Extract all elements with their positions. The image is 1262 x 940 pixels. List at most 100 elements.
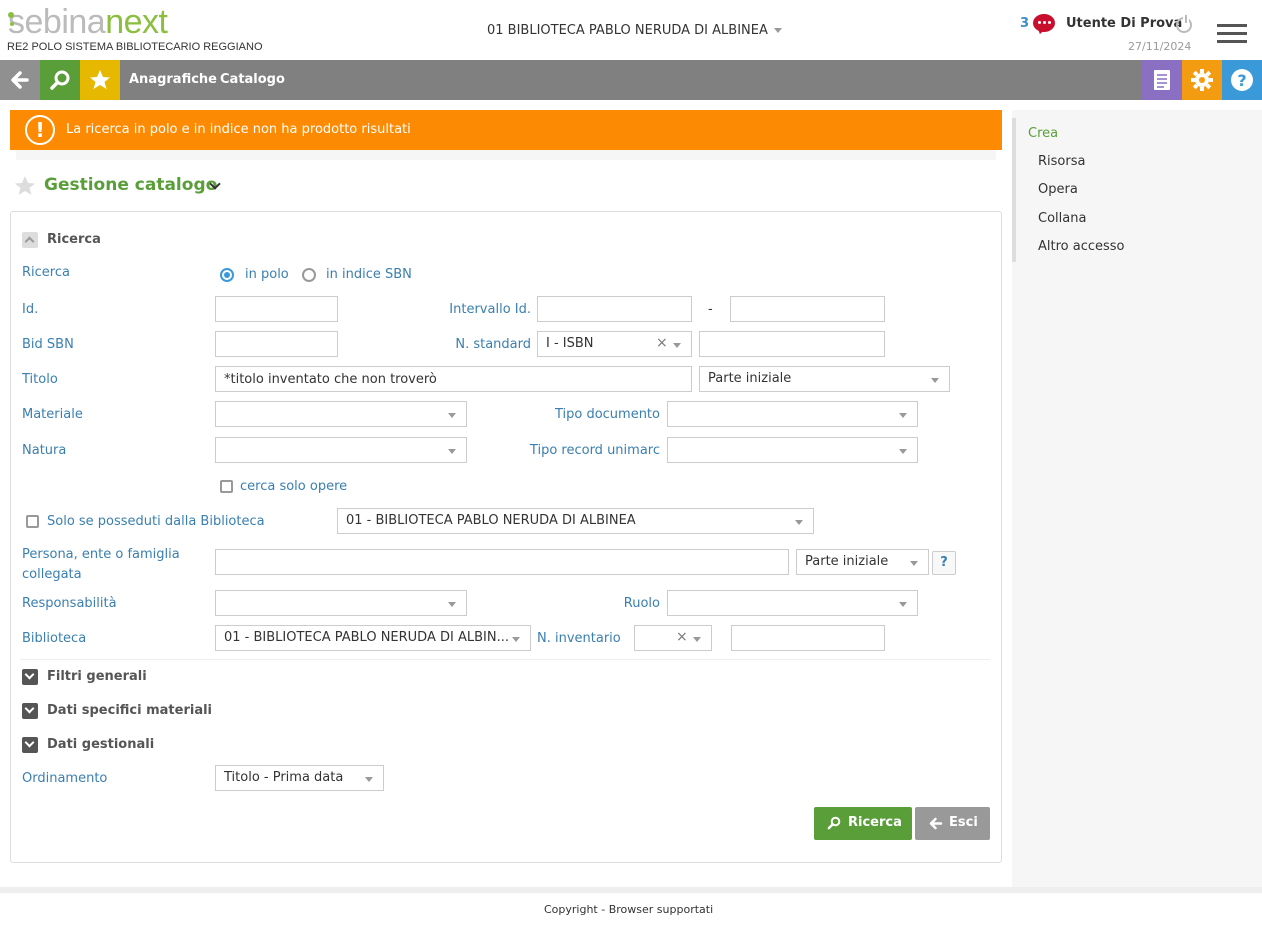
section-dati-specifici[interactable]: Dati specifici materiali [47,703,212,718]
collapse-up-icon[interactable] [22,232,38,248]
warning-icon: ! [25,115,55,145]
intervallo-to-input[interactable] [730,296,885,322]
arrow-left-icon [929,817,943,830]
bid-input[interactable] [215,331,338,357]
natura-select[interactable] [215,437,467,463]
sidebar-item-risorsa[interactable]: Risorsa [1038,154,1085,169]
ordinamento-select[interactable]: Titolo - Prima data [215,765,384,791]
esci-button-label: Esci [949,815,978,830]
chevron-down-icon [773,28,782,33]
tipo-documento-select[interactable] [667,401,918,427]
titolo-mode-select[interactable]: Parte iniziale [699,366,950,392]
id-input[interactable] [215,296,338,322]
section-dati-gestionali[interactable]: Dati gestionali [47,737,154,752]
materiale-select[interactable] [215,401,467,427]
favorite-star-icon[interactable] [13,174,37,198]
solo-posseduti-label[interactable]: Solo se posseduti dalla Biblioteca [47,514,265,529]
esci-button[interactable]: Esci [915,807,990,840]
posseduti-select-value: 01 - BIBLIOTECA PABLO NERUDA DI ALBINEA [346,513,636,528]
library-selector-label: 01 BIBLIOTECA PABLO NERUDA DI ALBINEA [487,23,768,38]
responsabilita-select[interactable] [215,590,467,616]
logout-icon[interactable] [1176,15,1192,33]
logo-dot [8,12,14,18]
messages-count[interactable]: 3 [1020,16,1029,31]
radio-in-indice[interactable] [302,268,316,282]
expand-down-icon[interactable] [22,737,38,753]
right-sidebar [1012,110,1262,892]
persona-input[interactable] [215,549,789,575]
sidebar-item-collana[interactable]: Collana [1038,211,1086,226]
clear-icon[interactable]: × [656,335,668,351]
footer: Copyright - Browser supportati [544,903,713,916]
sidebar-item-altro-accesso[interactable]: Altro accesso [1038,239,1125,254]
expand-down-icon[interactable] [22,669,38,685]
expand-down-icon[interactable] [22,703,38,719]
browser-supportati-link[interactable]: Browser supportati [609,903,713,916]
persona-help-button[interactable]: ? [932,551,956,575]
help-button[interactable]: ? [1222,60,1262,100]
cerca-opere-label[interactable]: cerca solo opere [240,479,347,494]
tipo-record-select[interactable] [667,437,918,463]
titolo-input[interactable] [215,366,692,392]
ninventario-label: N. inventario [537,631,621,646]
document-icon [1154,70,1170,90]
biblioteca-select[interactable]: 01 - BIBLIOTECA PABLO NERUDA DI ALBIN... [215,625,531,651]
intervallo-label: Intervallo Id. [449,302,531,317]
dropdown-icon [693,637,701,642]
clear-icon[interactable]: × [676,629,688,645]
search-button[interactable] [40,60,80,100]
settings-button[interactable] [1182,60,1222,100]
cerca-opere-checkbox[interactable] [220,480,233,493]
nstandard-input[interactable] [699,331,885,357]
posseduti-select[interactable]: 01 - BIBLIOTECA PABLO NERUDA DI ALBINEA [337,508,814,534]
document-button[interactable] [1142,60,1182,100]
search-icon [50,70,70,90]
ordinamento-label: Ordinamento [22,771,108,786]
sebinanext-logo[interactable]: sebinanext [8,3,168,41]
dropdown-icon [448,413,456,418]
tipo-documento-label: Tipo documento [554,407,660,422]
radio-in-polo-label[interactable]: in polo [245,267,289,282]
persona-mode-value: Parte iniziale [805,554,889,569]
intervallo-from-input[interactable] [537,296,692,322]
ricerca-label: Ricerca [22,265,70,280]
nstandard-select[interactable]: I - ISBN × [537,331,692,357]
dropdown-icon [448,602,456,607]
ruolo-select[interactable] [667,590,918,616]
radio-in-polo[interactable] [220,268,234,282]
logo-text-a: sebina [8,3,106,41]
materiale-label: Materiale [22,407,83,422]
persona-mode-select[interactable]: Parte iniziale [796,549,929,575]
sidebar-rule [1012,118,1016,262]
user-name[interactable]: Utente Di Prova [1066,16,1182,31]
page-title: Gestione catalogo [44,175,218,195]
menu-icon[interactable] [1217,24,1247,44]
intervallo-dash: - [708,302,713,317]
ninventario-input[interactable] [731,625,885,651]
nav-link-catalogo[interactable]: Catalogo [220,72,285,87]
ricerca-button[interactable]: Ricerca [814,807,912,840]
search-icon [827,816,841,830]
dropdown-icon [365,777,373,782]
favorites-button[interactable] [80,60,120,100]
ninventario-select[interactable]: × [634,625,712,651]
library-selector[interactable]: 01 BIBLIOTECA PABLO NERUDA DI ALBINEA [487,23,782,38]
responsabilita-label: Responsabilità [22,596,117,611]
alert-shadow [16,150,996,160]
nav-link-anagrafiche[interactable]: Anagrafiche [129,72,217,87]
back-button[interactable] [0,60,40,100]
help-icon: ? [1231,69,1253,91]
persona-label: Persona, ente o famiglia collegata [22,547,180,582]
copyright-link[interactable]: Copyright [544,903,598,916]
solo-posseduti-checkbox[interactable] [26,515,39,528]
messages-icon[interactable] [1033,14,1055,32]
section-filtri-generali[interactable]: Filtri generali [47,669,147,684]
divider [20,659,990,660]
radio-in-indice-label[interactable]: in indice SBN [326,267,412,282]
section-ricerca[interactable]: Ricerca [47,232,101,247]
dropdown-icon [910,561,918,566]
dropdown-icon [448,449,456,454]
nstandard-label: N. standard [455,337,531,352]
ricerca-button-label: Ricerca [848,815,902,830]
sidebar-item-opera[interactable]: Opera [1038,182,1078,197]
